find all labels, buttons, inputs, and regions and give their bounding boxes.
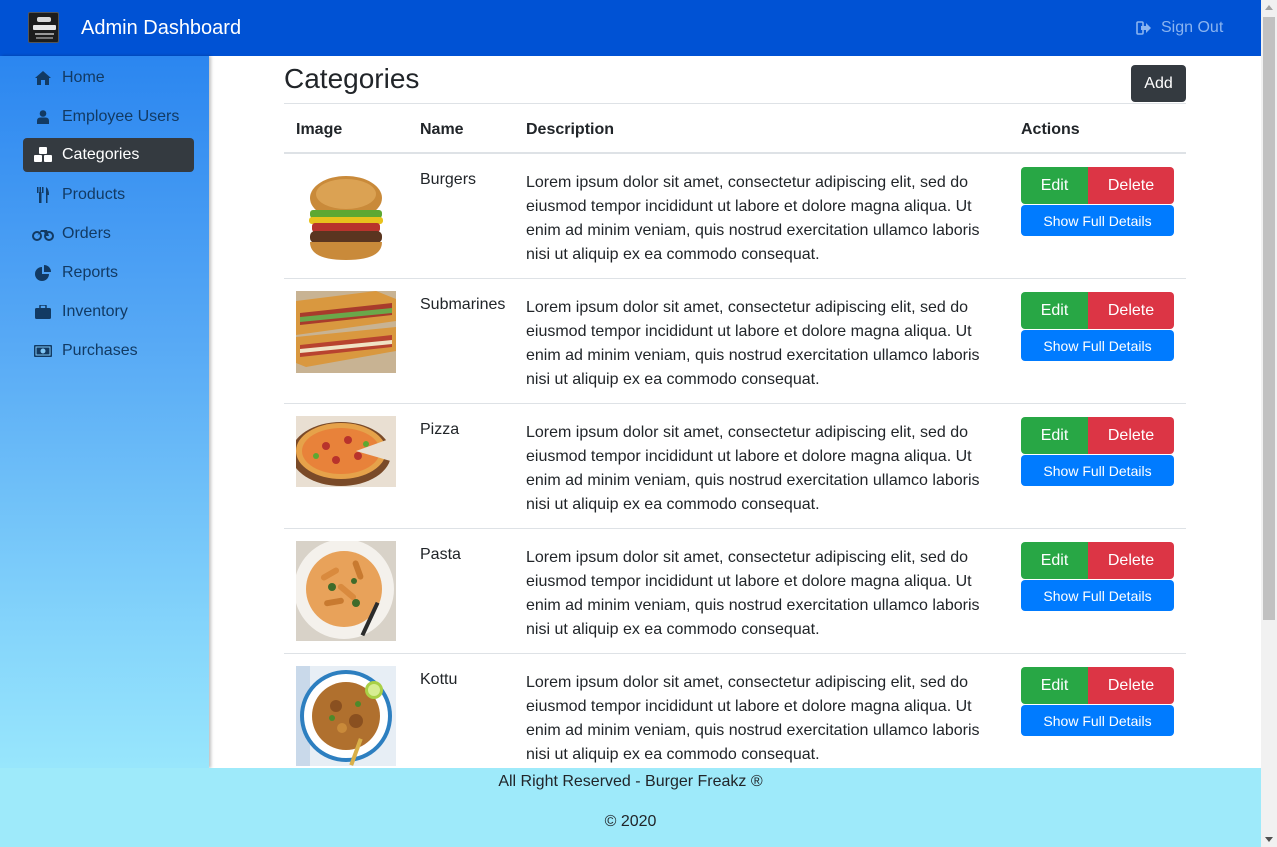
show-full-details-button[interactable]: Show Full Details xyxy=(1021,580,1174,611)
show-full-details-button[interactable]: Show Full Details xyxy=(1021,455,1174,486)
category-name: Pasta xyxy=(420,546,461,563)
category-description: Lorem ipsum dolor sit amet, consectetur … xyxy=(526,549,980,638)
footer-copyright: © 2020 xyxy=(604,813,657,830)
sidebar-item-label: Products xyxy=(62,186,126,203)
sign-out-icon xyxy=(1136,21,1151,35)
scroll-down-arrow-icon[interactable] xyxy=(1265,837,1273,842)
category-description: Lorem ipsum dolor sit amet, consectetur … xyxy=(526,674,980,763)
show-full-details-button[interactable]: Show Full Details xyxy=(1021,705,1174,736)
sign-out-link[interactable]: Sign Out xyxy=(1136,19,1223,37)
pasta-image xyxy=(294,539,396,641)
kottu-image xyxy=(296,666,396,766)
table-row: Pizza Lorem ipsum dolor sit amet, consec… xyxy=(284,404,1186,529)
page-title: Categories xyxy=(284,63,420,94)
sidebar-item-employee-users[interactable]: Employee Users xyxy=(23,100,194,134)
pizza-image xyxy=(291,416,396,487)
sidebar-item-products[interactable]: Products xyxy=(23,178,194,212)
footer: All Right Reserved - Burger Freakz ® © 2… xyxy=(0,768,1261,847)
category-name: Submarines xyxy=(420,296,506,313)
delete-button[interactable]: Delete xyxy=(1088,417,1174,454)
sidebar: Home Employee Users Categories Products … xyxy=(0,56,209,768)
category-description: Lorem ipsum dolor sit amet, consectetur … xyxy=(526,174,980,263)
motorcycle-icon xyxy=(32,227,54,241)
sidebar-item-label: Inventory xyxy=(62,303,128,320)
vertical-scrollbar[interactable] xyxy=(1261,0,1277,847)
brand-title[interactable]: Admin Dashboard xyxy=(81,17,241,40)
main-content: Categories Add Image Name Description Ac… xyxy=(210,56,1261,768)
brand-logo[interactable] xyxy=(28,12,59,43)
sidebar-item-orders[interactable]: Orders xyxy=(23,217,194,251)
scrollbar-thumb[interactable] xyxy=(1263,17,1275,620)
sidebar-item-label: Categories xyxy=(62,146,140,163)
sidebar-item-label: Orders xyxy=(62,225,111,242)
edit-button[interactable]: Edit xyxy=(1021,167,1088,204)
table-row: Submarines Lorem ipsum dolor sit amet, c… xyxy=(284,279,1186,404)
delete-button[interactable]: Delete xyxy=(1088,292,1174,329)
column-header-actions: Actions xyxy=(1021,121,1080,138)
sidebar-item-reports[interactable]: Reports xyxy=(23,256,194,290)
category-description: Lorem ipsum dolor sit amet, consectetur … xyxy=(526,299,980,388)
scroll-up-arrow-icon[interactable] xyxy=(1265,5,1273,10)
burger-image xyxy=(296,166,396,266)
sidebar-item-label: Reports xyxy=(62,264,119,281)
sidebar-item-home[interactable]: Home xyxy=(23,61,194,95)
show-full-details-button[interactable]: Show Full Details xyxy=(1021,330,1174,361)
sign-out-label: Sign Out xyxy=(1161,19,1224,36)
category-name: Pizza xyxy=(420,421,460,438)
delete-button[interactable]: Delete xyxy=(1088,167,1174,204)
column-header-image: Image xyxy=(296,121,343,138)
edit-button[interactable]: Edit xyxy=(1021,667,1088,704)
cubes-icon xyxy=(32,147,54,163)
user-icon xyxy=(32,110,54,124)
add-category-button[interactable]: Add xyxy=(1131,65,1186,102)
delete-button[interactable]: Delete xyxy=(1088,542,1174,579)
table-row: Pasta Lorem ipsum dolor sit amet, consec… xyxy=(284,529,1186,654)
edit-button[interactable]: Edit xyxy=(1021,292,1088,329)
money-bill-icon xyxy=(32,345,54,357)
category-description: Lorem ipsum dolor sit amet, consectetur … xyxy=(526,424,980,513)
sidebar-item-label: Home xyxy=(62,69,105,86)
table-row: Burgers Lorem ipsum dolor sit amet, cons… xyxy=(284,154,1186,279)
category-name: Burgers xyxy=(420,171,477,188)
briefcase-icon xyxy=(32,305,54,319)
submarine-image xyxy=(296,291,396,373)
sidebar-item-categories[interactable]: Categories xyxy=(23,138,194,172)
table-row: Kottu Lorem ipsum dolor sit amet, consec… xyxy=(284,654,1186,768)
sidebar-item-purchases[interactable]: Purchases xyxy=(23,334,194,368)
footer-rights: All Right Reserved - Burger Freakz ® xyxy=(498,773,763,790)
home-icon xyxy=(32,71,54,85)
sidebar-item-label: Employee Users xyxy=(62,108,180,125)
sidebar-item-label: Purchases xyxy=(62,342,138,359)
column-header-description: Description xyxy=(526,121,615,138)
table-header: Image Name Description Actions xyxy=(284,104,1186,154)
delete-button[interactable]: Delete xyxy=(1088,667,1174,704)
show-full-details-button[interactable]: Show Full Details xyxy=(1021,205,1174,236)
column-header-name: Name xyxy=(420,121,464,138)
sidebar-item-inventory[interactable]: Inventory xyxy=(23,295,194,329)
category-name: Kottu xyxy=(420,671,458,688)
top-navbar: Admin Dashboard Sign Out xyxy=(0,0,1261,56)
pie-chart-icon xyxy=(32,265,54,281)
utensils-icon xyxy=(32,187,54,203)
edit-button[interactable]: Edit xyxy=(1021,417,1088,454)
edit-button[interactable]: Edit xyxy=(1021,542,1088,579)
